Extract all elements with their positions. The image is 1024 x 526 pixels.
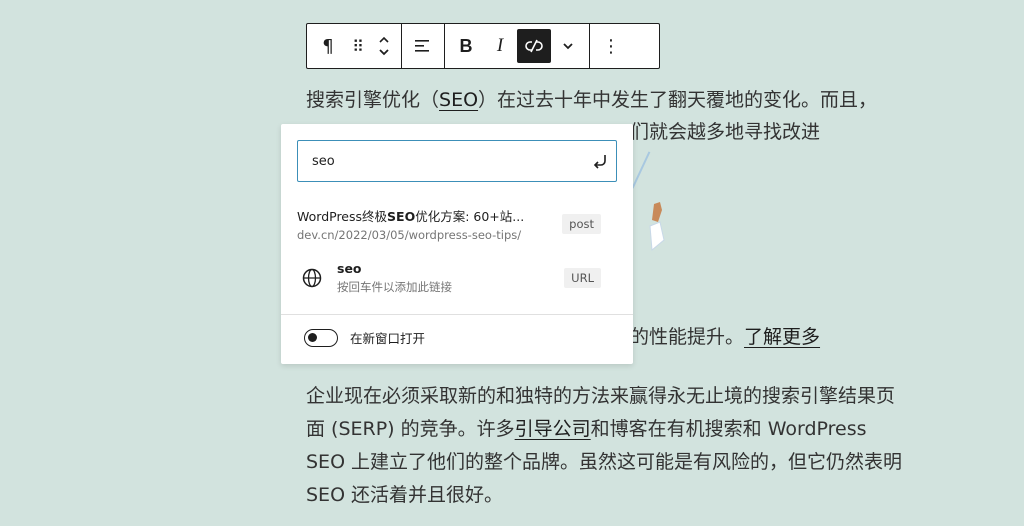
align-group — [402, 24, 445, 68]
result-title: seo — [337, 261, 362, 276]
new-tab-toggle[interactable] — [304, 328, 338, 347]
seo-link[interactable]: SEO — [439, 89, 478, 111]
p1-text-before: 搜索引擎优化（ — [306, 89, 440, 111]
move-up-icon[interactable] — [378, 36, 390, 44]
chevron-down-icon — [563, 43, 573, 50]
paragraph-1-line-2: 们就会越多地寻找改进 — [630, 121, 821, 143]
format-group: B I — [445, 24, 590, 68]
result-text: seo 按回车件以添加此链接 — [337, 261, 452, 295]
popover-divider — [281, 314, 633, 315]
bold-button[interactable]: B — [449, 29, 483, 63]
drag-handle-icon[interactable]: ⠿ — [345, 29, 371, 63]
search-result-post[interactable]: WordPress终极SEO优化方案: 60+站... dev.cn/2022/… — [297, 200, 617, 248]
result-type-badge: post — [562, 214, 601, 234]
block-mover — [371, 29, 397, 63]
italic-button[interactable]: I — [483, 29, 517, 63]
paragraph-2[interactable]: 企业现在必须采取新的和独特的方法来赢得永无止境的搜索引擎结果页面 (SERP) … — [306, 380, 906, 512]
align-left-icon[interactable] — [406, 29, 440, 63]
block-type-group: ¶ ⠿ — [307, 24, 402, 68]
result-hint: 按回车件以添加此链接 — [337, 280, 452, 294]
move-down-icon[interactable] — [378, 48, 390, 56]
decorative-line — [631, 151, 651, 189]
p1-line3-text: 的性能提升。 — [630, 326, 745, 348]
result-type-badge: URL — [564, 268, 601, 288]
paragraph-1-line-1[interactable]: 搜索引擎优化（SEO）在过去十年中发生了翻天覆地的变化。而且， — [306, 84, 906, 117]
submit-enter-icon[interactable] — [586, 146, 616, 176]
result-text: WordPress终极SEO优化方案: 60+站... dev.cn/2022/… — [297, 206, 524, 242]
link-search-box — [297, 140, 617, 182]
more-formats-button[interactable] — [551, 29, 585, 63]
result-title: WordPress终极SEO优化方案: 60+站... — [297, 209, 525, 224]
options-group: ⋮ — [590, 24, 632, 68]
p1-text-after: ）在过去十年中发生了翻天覆地的变化。而且， — [478, 89, 878, 111]
search-result-url[interactable]: seo 按回车件以添加此链接 URL — [297, 254, 617, 302]
result-url: dev.cn/2022/03/05/wordpress-seo-tips/ — [297, 228, 522, 242]
link-search-input[interactable] — [298, 153, 586, 169]
unlink-button[interactable] — [517, 29, 551, 63]
paragraph-block-icon[interactable]: ¶ — [311, 29, 345, 63]
unlink-icon — [525, 39, 543, 53]
more-options-icon[interactable]: ⋮ — [594, 29, 628, 63]
lead-company-link[interactable]: 引导公司 — [515, 418, 591, 440]
link-popover: WordPress终极SEO优化方案: 60+站... dev.cn/2022/… — [281, 124, 633, 364]
learn-more-link[interactable]: 了解更多 — [744, 326, 820, 348]
paragraph-1-line-3: 的性能提升。了解更多 — [630, 321, 890, 354]
globe-icon — [302, 268, 322, 288]
new-tab-toggle-row: 在新窗口打开 — [304, 328, 425, 347]
block-toolbar: ¶ ⠿ B I ⋮ — [306, 23, 660, 69]
new-tab-label: 在新窗口打开 — [350, 331, 426, 346]
illustration-figure — [649, 202, 665, 251]
